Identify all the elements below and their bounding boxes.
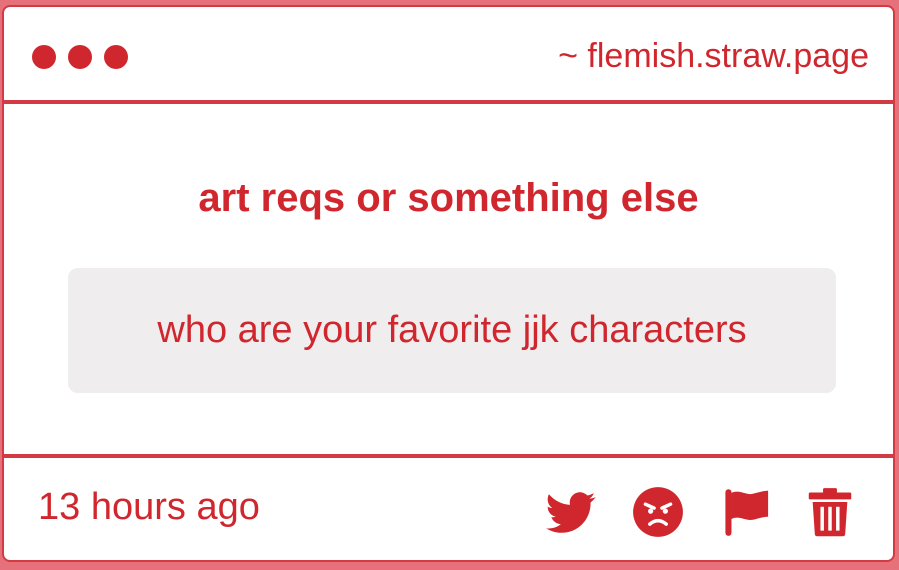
question-card: ~ flemish.straw.page art reqs or somethi…: [2, 5, 895, 562]
card-header: ~ flemish.straw.page: [4, 7, 893, 104]
twitter-icon[interactable]: [544, 486, 596, 538]
window-dot-3: [104, 45, 128, 69]
card-footer: 13 hours ago: [4, 454, 893, 560]
trash-icon[interactable]: [804, 486, 856, 538]
flag-icon[interactable]: [720, 486, 772, 538]
window-dots: [32, 45, 128, 69]
page-title: art reqs or something else: [198, 176, 699, 220]
timestamp: 13 hours ago: [38, 486, 260, 528]
window-dot-1: [32, 45, 56, 69]
angry-face-icon[interactable]: [632, 486, 684, 538]
site-url[interactable]: ~ flemish.straw.page: [558, 37, 869, 76]
window-dot-2: [68, 45, 92, 69]
message-text: who are your favorite jjk characters: [157, 309, 747, 351]
card-body: art reqs or something else who are your …: [4, 104, 893, 454]
message-box: who are your favorite jjk characters: [68, 268, 836, 393]
